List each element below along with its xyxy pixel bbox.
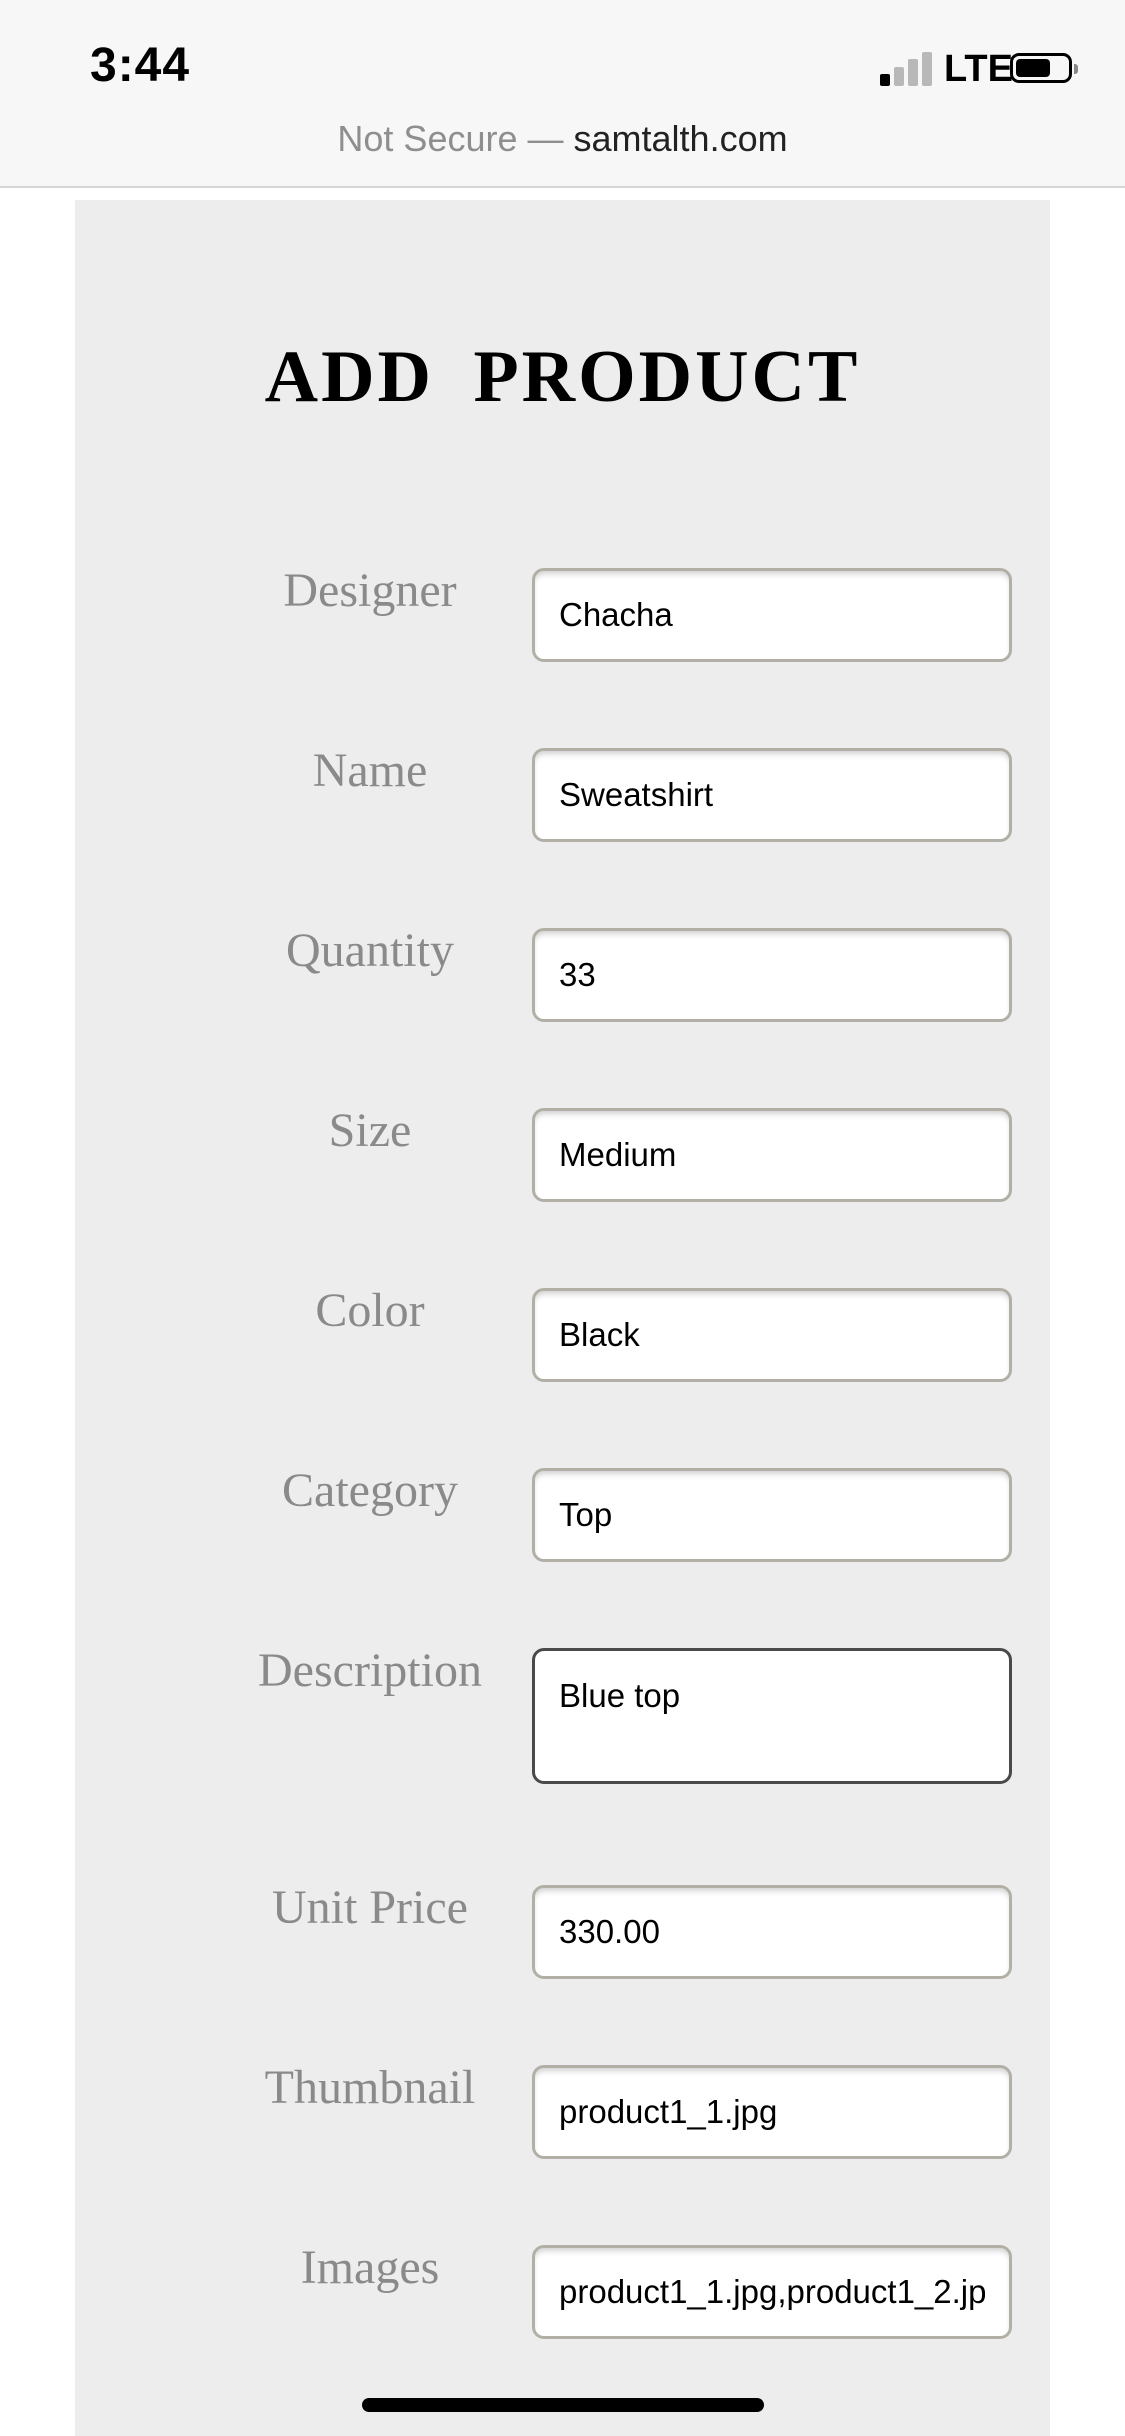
unit-price-label: Unit Price xyxy=(272,1881,468,1934)
cellular-signal-icon xyxy=(880,50,934,86)
unit-price-input[interactable] xyxy=(532,1885,1012,1979)
color-input[interactable] xyxy=(532,1288,1012,1382)
url-domain: samtalth.com xyxy=(573,118,788,159)
quantity-input[interactable] xyxy=(532,928,1012,1022)
address-bar[interactable]: Not Secure — samtalth.com xyxy=(0,118,1125,160)
images-input[interactable] xyxy=(532,2245,1012,2339)
name-input[interactable] xyxy=(532,748,1012,842)
description-label: Description xyxy=(258,1644,482,1697)
add-product-form: ADD PRODUCT Designer Name Quantity Size … xyxy=(75,200,1050,2436)
designer-label: Designer xyxy=(283,564,457,617)
battery-icon xyxy=(1010,53,1078,83)
category-label: Category xyxy=(282,1464,458,1517)
quantity-label: Quantity xyxy=(286,924,454,977)
name-label: Name xyxy=(312,744,428,797)
color-label: Color xyxy=(315,1284,425,1337)
page-title: ADD PRODUCT xyxy=(264,336,861,418)
description-textarea[interactable]: Blue top xyxy=(532,1648,1012,1784)
designer-input[interactable] xyxy=(532,568,1012,662)
images-label: Images xyxy=(300,2241,440,2294)
size-input[interactable] xyxy=(532,1108,1012,1202)
not-secure-label: Not Secure — xyxy=(337,118,564,159)
category-input[interactable] xyxy=(532,1468,1012,1562)
home-indicator[interactable] xyxy=(362,2398,764,2412)
clock: 3:44 xyxy=(90,39,191,92)
status-bar: 3:44 LTE Not Secure — samtalth.com xyxy=(0,0,1125,188)
thumbnail-label: Thumbnail xyxy=(264,2061,476,2114)
size-label: Size xyxy=(328,1104,412,1157)
network-type: LTE xyxy=(944,48,1013,90)
thumbnail-input[interactable] xyxy=(532,2065,1012,2159)
